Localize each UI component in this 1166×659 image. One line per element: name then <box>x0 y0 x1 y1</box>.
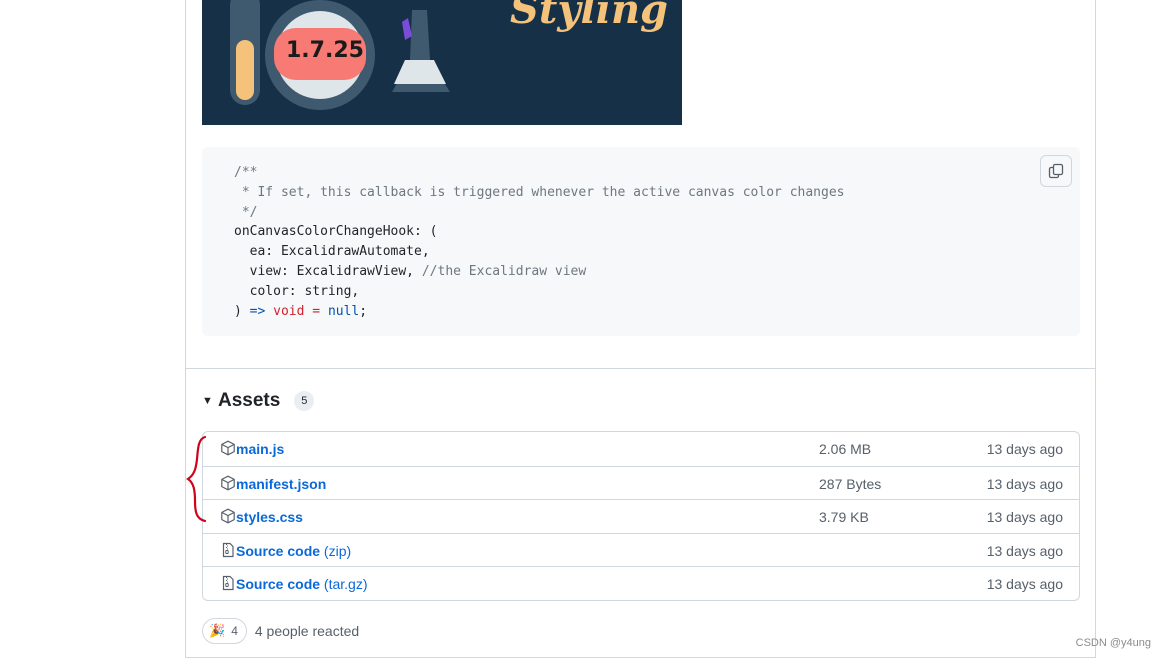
section-divider <box>186 368 1095 369</box>
package-icon <box>221 475 235 490</box>
reactions-bar: 🎉 4 4 people reacted <box>202 618 359 644</box>
asset-name[interactable]: Source code <box>236 576 320 592</box>
banner-title: Styling <box>509 0 668 33</box>
asset-link-styles-css[interactable]: styles.css <box>236 509 303 525</box>
code-line: onCanvasColorChangeHook: ( <box>234 224 438 240</box>
asset-link-manifest-json[interactable]: manifest.json <box>236 476 326 492</box>
asset-size: 3.79 KB <box>819 509 869 526</box>
tada-emoji-icon: 🎉 <box>209 623 226 638</box>
asset-link-source-zip[interactable]: Source code (zip) <box>236 543 351 559</box>
assets-title[interactable]: Assets <box>218 390 280 412</box>
asset-link-source-targz[interactable]: Source code (tar.gz) <box>236 576 368 592</box>
asset-time: 13 days ago <box>986 441 1063 457</box>
asset-size: 287 Bytes <box>819 475 882 492</box>
assets-header[interactable]: ▼ Assets 5 <box>202 390 315 412</box>
package-icon <box>221 508 235 524</box>
asset-suffix[interactable]: (tar.gz) <box>320 576 368 592</box>
code-line: * If set, this callback is triggered whe… <box>234 184 845 200</box>
reaction-count: 4 <box>231 624 238 638</box>
code-text: /** * If set, this callback is triggered… <box>234 163 844 321</box>
asset-row: manifest.json 287 Bytes 13 days ago <box>203 465 1079 500</box>
asset-suffix[interactable]: (zip) <box>320 543 351 559</box>
asset-name[interactable]: styles.css <box>236 509 303 525</box>
code-comment: //the Excalidraw view <box>421 263 587 279</box>
banner-version: 1.7.25 <box>286 38 364 63</box>
asset-row: main.js 2.06 MB 13 days ago <box>203 432 1079 466</box>
asset-name[interactable]: main.js <box>236 441 284 457</box>
red-brace-annotation <box>186 435 207 523</box>
code-keyword-void: void <box>273 303 305 319</box>
code-line: */ <box>234 204 258 220</box>
code-keyword-null: null <box>327 303 360 319</box>
file-zip-icon <box>222 542 234 557</box>
assets-list: main.js 2.06 MB 13 days ago manifest.jso… <box>202 431 1080 601</box>
assets-count-badge: 5 <box>294 391 315 411</box>
copy-icon <box>1048 163 1064 179</box>
asset-time: 13 days ago <box>986 542 1063 559</box>
code-line: color: string, <box>234 283 360 299</box>
code-arrow: => <box>249 303 266 319</box>
asset-time: 13 days ago <box>986 509 1063 526</box>
asset-row: Source code (tar.gz) 13 days ago <box>203 566 1079 600</box>
asset-row: styles.css 3.79 KB 13 days ago <box>203 499 1079 533</box>
asset-size: 2.06 MB <box>819 441 872 457</box>
code-semicolon: ; <box>359 303 368 319</box>
asset-link-main-js[interactable]: main.js <box>236 441 284 457</box>
code-line: ea: ExcalidrawAutomate, <box>234 244 430 260</box>
caret-down-icon[interactable]: ▼ <box>202 395 218 407</box>
asset-time: 13 days ago <box>986 475 1063 492</box>
code-equals: = <box>312 303 321 319</box>
watermark: CSDN @y4ung <box>1075 637 1151 649</box>
code-snippet: /** * If set, this callback is triggered… <box>202 147 1080 336</box>
reaction-button[interactable]: 🎉 4 <box>202 618 247 644</box>
asset-time: 13 days ago <box>986 576 1063 593</box>
package-icon <box>221 440 235 456</box>
file-zip-icon <box>222 576 234 591</box>
code-line: view: ExcalidrawView, <box>234 263 422 279</box>
code-line: /** <box>234 165 258 180</box>
asset-name[interactable]: manifest.json <box>236 476 326 492</box>
release-banner-image: 1.7.25 Styling <box>202 0 682 125</box>
reactions-summary: 4 people reacted <box>254 623 360 639</box>
asset-name[interactable]: Source code <box>236 543 320 559</box>
asset-row: Source code (zip) 13 days ago <box>203 532 1079 567</box>
copy-button[interactable] <box>1040 155 1072 187</box>
code-line: ) <box>234 303 250 319</box>
